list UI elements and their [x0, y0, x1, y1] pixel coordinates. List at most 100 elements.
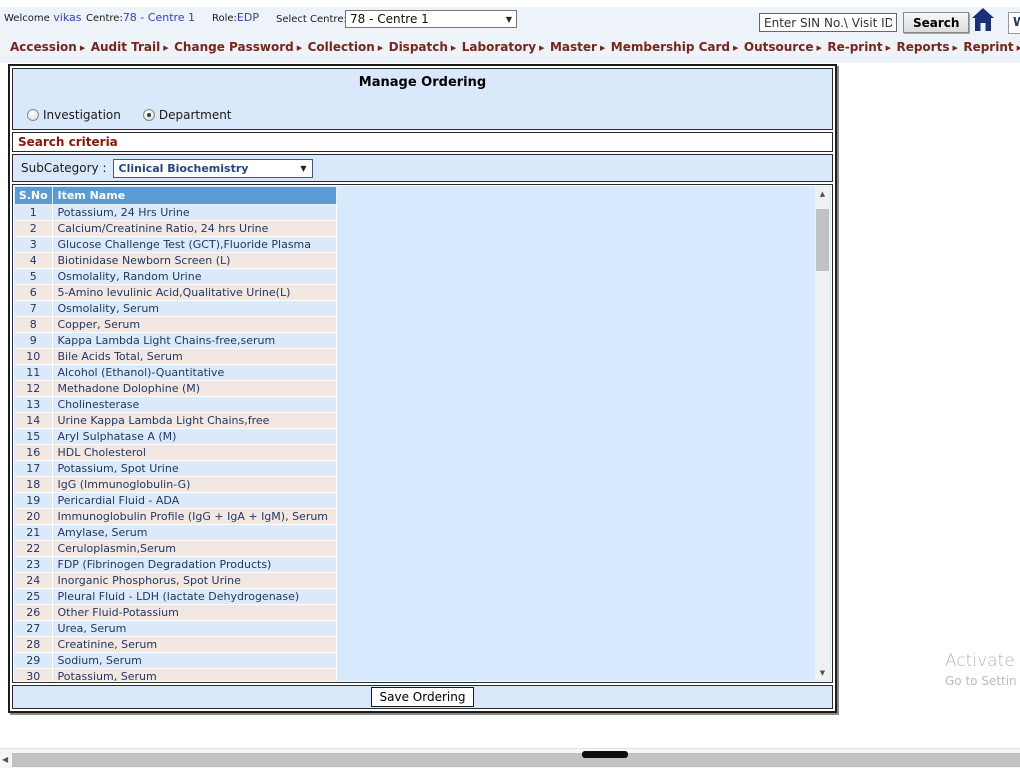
page-title: Manage Ordering [13, 69, 832, 90]
menu-item-change-password[interactable]: Change Password▶ [174, 40, 302, 60]
table-row[interactable]: 12Methadone Dolophine (M) [15, 380, 336, 396]
menu-caret-icon: ▶ [1017, 44, 1020, 52]
select-centre-dropdown[interactable]: 78 - Centre 1 ▼ [345, 10, 517, 28]
item-list-section: S.No Item Name 1Potassium, 24 Hrs Urine2… [12, 184, 833, 683]
table-row[interactable]: 14Urine Kappa Lambda Light Chains,free [15, 412, 336, 428]
menu-item-membership-card[interactable]: Membership Card▶ [611, 40, 739, 60]
table-row[interactable]: 16HDL Cholesterol [15, 444, 336, 460]
vertical-scroll-thumb[interactable] [816, 209, 829, 271]
cell-sno: 3 [15, 236, 52, 252]
menu-item-laboratory[interactable]: Laboratory▶ [462, 40, 545, 60]
table-row[interactable]: 29Sodium, Serum [15, 652, 336, 668]
menu-item-re-print[interactable]: Re-print▶ [827, 40, 891, 60]
table-row[interactable]: 18IgG (Immunoglobulin-G) [15, 476, 336, 492]
cell-sno: 16 [15, 444, 52, 460]
sin-visit-id-input[interactable] [759, 13, 897, 32]
table-row[interactable]: 26Other Fluid-Potassium [15, 604, 336, 620]
column-header-sno: S.No [15, 187, 52, 204]
table-row[interactable]: 19Pericardial Fluid - ADA [15, 492, 336, 508]
radio-selected-icon[interactable] [143, 109, 155, 121]
table-row[interactable]: 7Osmolality, Serum [15, 300, 336, 316]
cell-item-name: Osmolality, Random Urine [52, 268, 336, 284]
table-row[interactable]: 11Alcohol (Ethanol)-Quantitative [15, 364, 336, 380]
subcategory-section: SubCategory : Clinical Biochemistry ▼ [12, 154, 833, 182]
table-row[interactable]: 2Calcium/Creatinine Ratio, 24 hrs Urine [15, 220, 336, 236]
table-row[interactable]: 24Inorganic Phosphorus, Spot Urine [15, 572, 336, 588]
cell-sno: 8 [15, 316, 52, 332]
menu-item-accession[interactable]: Accession▶ [10, 40, 85, 60]
menu-item-label: Reprint [963, 40, 1013, 54]
table-row[interactable]: 20Immunoglobulin Profile (IgG + IgA + Ig… [15, 508, 336, 524]
cell-item-name: Bile Acids Total, Serum [52, 348, 336, 364]
table-row[interactable]: 21Amylase, Serum [15, 524, 336, 540]
table-row[interactable]: 9Kappa Lambda Light Chains-free,serum [15, 332, 336, 348]
table-row[interactable]: 30Potassium, Serum [15, 668, 336, 681]
cell-item-name: Methadone Dolophine (M) [52, 380, 336, 396]
menu-item-label: Collection [308, 40, 375, 54]
header-info-row: Welcome vikas Centre:78 - Centre 1 Role:… [0, 3, 1020, 33]
menu-caret-icon: ▶ [886, 44, 891, 52]
menu-item-outsource[interactable]: Outsource▶ [744, 40, 822, 60]
cell-sno: 29 [15, 652, 52, 668]
main-menu-bar: Accession▶ Audit Trail▶Change Password▶ Co… [10, 40, 1020, 60]
centre-label: Centre: [86, 13, 123, 24]
cell-item-name: Amylase, Serum [52, 524, 336, 540]
menu-item-dispatch[interactable]: Dispatch▶ [389, 40, 457, 60]
radio-option-department[interactable]: Department [143, 108, 232, 122]
menu-caret-icon: ▶ [163, 44, 168, 52]
table-row[interactable]: 13Cholinesterase [15, 396, 336, 412]
menu-item-label: Membership Card [611, 40, 730, 54]
item-list-area: S.No Item Name 1Potassium, 24 Hrs Urine2… [14, 186, 831, 681]
cell-item-name: FDP (Fibrinogen Degradation Products) [52, 556, 336, 572]
horizontal-scrollbar[interactable]: ◀ [0, 748, 1020, 768]
table-row[interactable]: 1Potassium, 24 Hrs Urine [15, 204, 336, 220]
table-row[interactable]: 10Bile Acids Total, Serum [15, 348, 336, 364]
cell-item-name: Urine Kappa Lambda Light Chains,free [52, 412, 336, 428]
role-value: EDP [237, 11, 259, 24]
subcategory-dropdown[interactable]: Clinical Biochemistry ▼ [113, 159, 313, 178]
table-row[interactable]: 15Aryl Sulphatase A (M) [15, 428, 336, 444]
chevron-down-icon: ▼ [300, 164, 306, 173]
cell-item-name: Pleural Fluid - LDH (lactate Dehydrogena… [52, 588, 336, 604]
radio-unselected-icon[interactable] [27, 109, 39, 121]
table-row[interactable]: 25Pleural Fluid - LDH (lactate Dehydroge… [15, 588, 336, 604]
menu-item-master[interactable]: Master▶ [550, 40, 605, 60]
scroll-down-icon[interactable]: ▼ [815, 666, 830, 680]
table-row[interactable]: 5Osmolality, Random Urine [15, 268, 336, 284]
table-row[interactable]: 4Biotinidase Newborn Screen (L) [15, 252, 336, 268]
cell-item-name: Potassium, Serum [52, 668, 336, 681]
table-row[interactable]: 17Potassium, Spot Urine [15, 460, 336, 476]
menu-caret-icon: ▶ [378, 44, 383, 52]
cell-item-name: Creatinine, Serum [52, 636, 336, 652]
menu-item-reprint[interactable]: Reprint ▶ [963, 40, 1020, 60]
cell-item-name: Cholinesterase [52, 396, 336, 412]
scroll-up-icon[interactable]: ▲ [815, 187, 830, 201]
table-row[interactable]: 27Urea, Serum [15, 620, 336, 636]
table-row[interactable]: 23FDP (Fibrinogen Degradation Products) [15, 556, 336, 572]
save-ordering-button[interactable]: Save Ordering [371, 687, 475, 707]
table-row[interactable]: 8Copper, Serum [15, 316, 336, 332]
table-row[interactable]: 22Ceruloplasmin,Serum [15, 540, 336, 556]
table-row[interactable]: 65-Amino levulinic Acid,Qualitative Urin… [15, 284, 336, 300]
scroll-left-icon[interactable]: ◀ [2, 755, 8, 764]
menu-item-label: Reports [896, 40, 949, 54]
window-button[interactable]: W [1008, 12, 1020, 34]
search-button[interactable]: Search [903, 12, 969, 33]
list-vertical-scrollbar[interactable]: ▲ ▼ [815, 187, 830, 680]
menu-item-reports[interactable]: Reports▶ [896, 40, 957, 60]
home-icon[interactable] [971, 7, 995, 33]
horizontal-scroll-track[interactable] [12, 753, 1020, 767]
table-row[interactable]: 3Glucose Challenge Test (GCT),Fluoride P… [15, 236, 336, 252]
menu-item-audit-trail[interactable]: Audit Trail▶ [91, 40, 169, 60]
cell-item-name: Copper, Serum [52, 316, 336, 332]
menu-item-label: Master [550, 40, 597, 54]
radio-option-investigation[interactable]: Investigation [27, 108, 121, 122]
menu-item-collection[interactable]: Collection▶ [308, 40, 384, 60]
radio-label: Department [159, 108, 232, 122]
horizontal-scroll-thumb[interactable] [582, 751, 628, 758]
cell-item-name: Potassium, 24 Hrs Urine [52, 204, 336, 220]
cell-item-name: Sodium, Serum [52, 652, 336, 668]
watermark-line2: Go to Settin [945, 674, 1020, 688]
table-row[interactable]: 28Creatinine, Serum [15, 636, 336, 652]
item-table: S.No Item Name 1Potassium, 24 Hrs Urine2… [15, 187, 337, 681]
